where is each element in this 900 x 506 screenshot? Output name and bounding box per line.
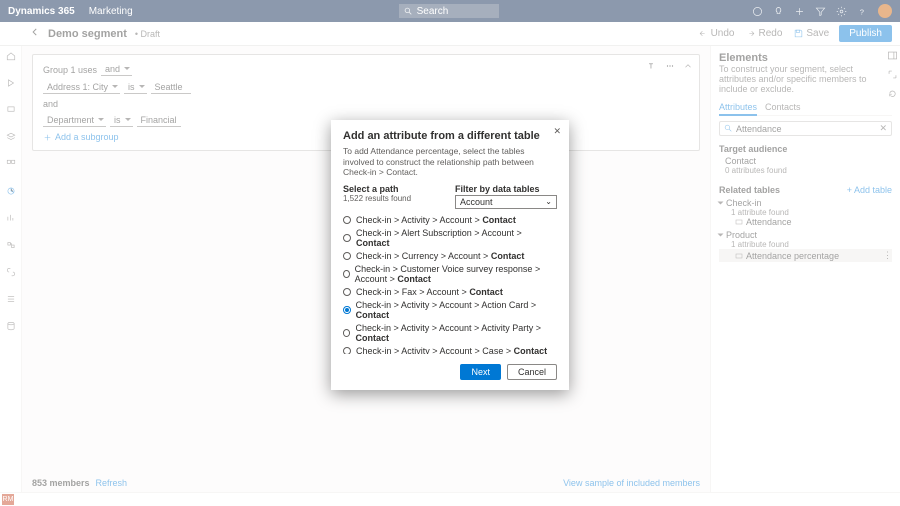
modal-title: Add an attribute from a different table (343, 130, 557, 142)
path-list: Check-in > Activity > Account > Contact C… (343, 214, 557, 354)
radio-icon (343, 252, 351, 260)
path-option[interactable]: Check-in > Fax > Account > Contact (343, 286, 557, 299)
close-icon[interactable]: ✕ (553, 126, 561, 137)
path-option[interactable]: Check-in > Alert Subscription > Account … (343, 227, 557, 250)
radio-icon (343, 347, 351, 354)
path-option[interactable]: Check-in > Activity > Account > Activity… (343, 322, 557, 345)
filter-select[interactable]: Account⌄ (455, 195, 557, 209)
radio-icon (343, 329, 350, 337)
path-option[interactable]: Check-in > Currency > Account > Contact (343, 250, 557, 263)
path-text: Check-in > Alert Subscription > Account … (356, 228, 557, 248)
filter-label: Filter by data tables (455, 184, 557, 194)
select-path-label: Select a path (343, 184, 445, 194)
path-text: Check-in > Fax > Account > Contact (356, 287, 503, 297)
next-button[interactable]: Next (460, 364, 501, 380)
path-option[interactable]: Check-in > Activity > Account > Contact (343, 214, 557, 227)
path-option[interactable]: Check-in > Activity > Account > Action C… (343, 299, 557, 322)
radio-icon (343, 306, 351, 314)
radio-icon (343, 288, 351, 296)
radio-icon (343, 216, 351, 224)
cancel-button[interactable]: Cancel (507, 364, 557, 380)
path-text: Check-in > Customer Voice survey respons… (355, 264, 557, 284)
results-count: 1,522 results found (343, 194, 445, 203)
path-text: Check-in > Activity > Account > Contact (356, 215, 516, 225)
path-text: Check-in > Activity > Account > Action C… (356, 300, 557, 320)
path-option[interactable]: Check-in > Activity > Account > Case > C… (343, 345, 557, 354)
path-text: Check-in > Activity > Account > Case > C… (356, 346, 547, 354)
radio-icon (343, 270, 350, 278)
path-text: Check-in > Activity > Account > Activity… (355, 323, 557, 343)
path-text: Check-in > Currency > Account > Contact (356, 251, 524, 261)
radio-icon (343, 234, 351, 242)
modal-desc: To add Attendance percentage, select the… (343, 146, 557, 178)
path-option[interactable]: Check-in > Customer Voice survey respons… (343, 263, 557, 286)
add-attribute-modal: ✕ Add an attribute from a different tabl… (331, 120, 569, 390)
